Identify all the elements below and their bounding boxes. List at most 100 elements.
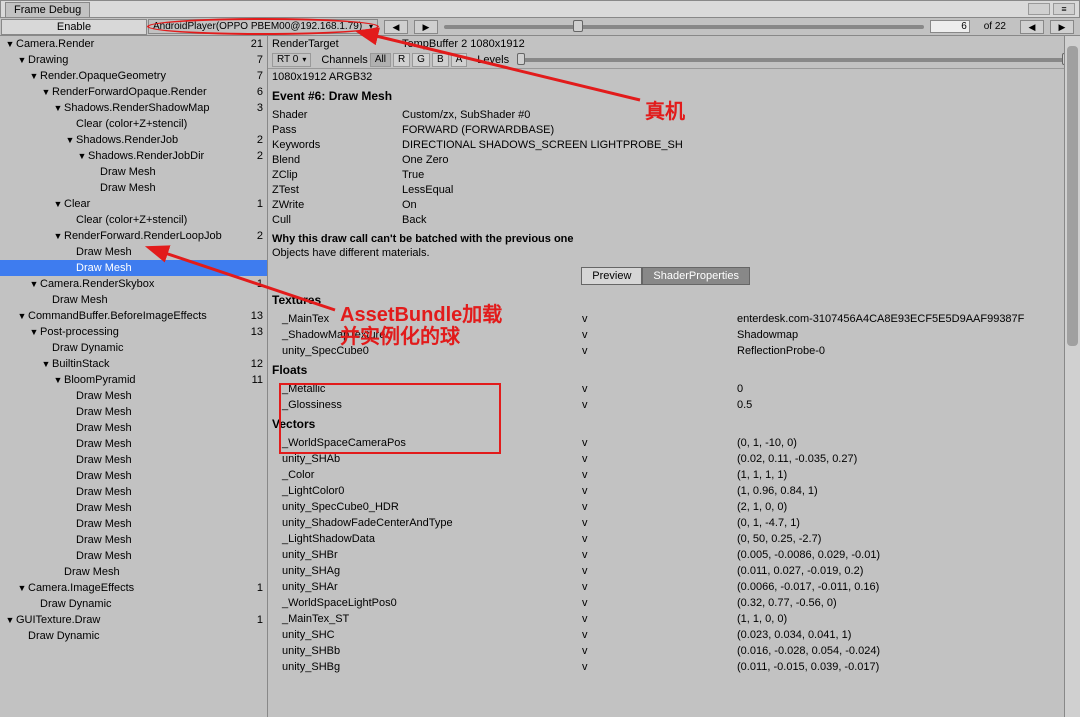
tree-row[interactable]: ▼GUITexture.Draw1 [0, 612, 267, 628]
shader-prop-value: (0.32, 0.77, -0.56, 0) [737, 597, 1076, 609]
tree-row[interactable]: Clear (color+Z+stencil) [0, 212, 267, 228]
expand-arrow[interactable]: ▼ [52, 103, 64, 113]
expand-arrow[interactable]: ▼ [28, 71, 40, 81]
tree-label: CommandBuffer.BeforeImageEffects [28, 310, 243, 322]
tree-row[interactable]: ▼Post-processing13 [0, 324, 267, 340]
expand-arrow[interactable]: ▼ [16, 311, 28, 321]
tree-row[interactable]: Draw Mesh [0, 404, 267, 420]
shader-prop-name: unity_SHBb [272, 645, 582, 657]
frame-input[interactable] [930, 20, 970, 33]
expand-arrow[interactable]: ▼ [4, 39, 16, 49]
levels-thumb-left[interactable] [517, 53, 525, 65]
tree-row[interactable]: Draw Mesh [0, 564, 267, 580]
shader-prop-row: unity_SHArv(0.0066, -0.017, -0.011, 0.16… [268, 579, 1080, 595]
tree-row[interactable]: ▼BuiltinStack12 [0, 356, 267, 372]
levels-slider[interactable] [517, 58, 1070, 62]
tree-row[interactable]: Draw Mesh [0, 548, 267, 564]
prev-frame-button[interactable]: ◀ [384, 20, 408, 34]
channel-g[interactable]: G [412, 53, 430, 67]
frame-slider[interactable] [444, 25, 924, 29]
tree-row[interactable]: Draw Dynamic [0, 340, 267, 356]
shader-prop-row: unity_SHBgv(0.011, -0.015, 0.039, -0.017… [268, 659, 1080, 675]
expand-arrow[interactable]: ▼ [16, 55, 28, 65]
tree-row[interactable]: ▼Camera.RenderSkybox1 [0, 276, 267, 292]
expand-arrow[interactable]: ▼ [4, 615, 16, 625]
main-content: ▼Camera.Render21▼Drawing7▼Render.OpaqueG… [0, 36, 1080, 717]
scrollbar-thumb[interactable] [1067, 46, 1078, 346]
tree-row[interactable]: ▼Camera.Render21 [0, 36, 267, 52]
preview-tab[interactable]: Preview [581, 267, 642, 285]
tree-row[interactable]: Draw Dynamic [0, 628, 267, 644]
tree-row[interactable]: Draw Mesh [0, 244, 267, 260]
next-button-2[interactable]: ▶ [1050, 20, 1074, 34]
menu-icon[interactable]: ≡ [1053, 3, 1075, 15]
tree-row[interactable]: Draw Mesh [0, 484, 267, 500]
tree-row[interactable]: ▼Render.OpaqueGeometry7 [0, 68, 267, 84]
tree-row[interactable]: Draw Dynamic [0, 596, 267, 612]
shader-prop-row: _MainTex_STv(1, 1, 0, 0) [268, 611, 1080, 627]
tree-row[interactable]: ▼Shadows.RenderShadowMap3 [0, 100, 267, 116]
prev-button-2[interactable]: ◀ [1020, 20, 1044, 34]
expand-arrow[interactable]: ▼ [40, 359, 52, 369]
expand-arrow[interactable]: ▼ [40, 87, 52, 97]
lock-icon[interactable] [1028, 3, 1050, 15]
expand-arrow[interactable]: ▼ [16, 583, 28, 593]
tree-row[interactable]: Draw Mesh [0, 516, 267, 532]
channel-b[interactable]: B [432, 53, 449, 67]
tree-row[interactable]: Draw Mesh [0, 532, 267, 548]
tree-label: Draw Mesh [52, 294, 243, 306]
tree-row[interactable]: ▼RenderForwardOpaque.Render6 [0, 84, 267, 100]
rt-dropdown[interactable]: RT 0▾ [272, 53, 311, 67]
next-frame-button[interactable]: ▶ [414, 20, 438, 34]
expand-arrow[interactable]: ▼ [52, 199, 64, 209]
tree-row[interactable]: ▼BloomPyramid11 [0, 372, 267, 388]
tree-row[interactable]: ▼CommandBuffer.BeforeImageEffects13 [0, 308, 267, 324]
tree-row[interactable]: ▼Drawing7 [0, 52, 267, 68]
tree-row[interactable]: Draw Mesh [0, 436, 267, 452]
tree-row[interactable]: ▼Clear1 [0, 196, 267, 212]
channel-a[interactable]: A [451, 53, 468, 67]
prop-value: FORWARD (FORWARDBASE) [402, 124, 554, 136]
tree-row[interactable]: Draw Mesh [0, 164, 267, 180]
window-tab[interactable]: Frame Debug [5, 2, 90, 17]
expand-arrow[interactable]: ▼ [64, 135, 76, 145]
enable-button[interactable]: Enable [1, 19, 147, 35]
player-dropdown[interactable]: AndroidPlayer(OPPO PBEM00@192.168.1.79) … [148, 19, 378, 34]
channel-all[interactable]: All [370, 53, 391, 67]
slider-thumb[interactable] [573, 20, 583, 32]
prop-value: One Zero [402, 154, 448, 166]
shader-prop-type: v [582, 565, 737, 577]
tree-label: Draw Mesh [76, 262, 243, 274]
tree-row[interactable]: Draw Mesh [0, 420, 267, 436]
tree-row[interactable]: Draw Mesh [0, 292, 267, 308]
tree-row[interactable]: Draw Mesh [0, 260, 267, 276]
shader-prop-row: _Glossinessv0.5 [268, 397, 1080, 413]
channel-r[interactable]: R [393, 53, 410, 67]
detail-prop-row: ZTestLessEqual [268, 182, 1080, 197]
expand-arrow[interactable]: ▼ [28, 327, 40, 337]
shader-prop-value: (1, 0.96, 0.84, 1) [737, 485, 1076, 497]
tree-label: Clear (color+Z+stencil) [76, 118, 243, 130]
shader-properties-tab[interactable]: ShaderProperties [642, 267, 750, 285]
expand-arrow[interactable]: ▼ [52, 375, 64, 385]
tree-row[interactable]: Draw Mesh [0, 500, 267, 516]
expand-arrow[interactable]: ▼ [52, 231, 64, 241]
tree-label: Clear (color+Z+stencil) [76, 214, 243, 226]
expand-arrow[interactable]: ▼ [76, 151, 88, 161]
frame-total: of 22 [976, 21, 1014, 32]
tree-row[interactable]: ▼Shadows.RenderJob2 [0, 132, 267, 148]
shader-prop-row: unity_SHCv(0.023, 0.034, 0.041, 1) [268, 627, 1080, 643]
chevron-down-icon: ▾ [302, 55, 306, 64]
tree-row[interactable]: Clear (color+Z+stencil) [0, 116, 267, 132]
scrollbar-vertical[interactable] [1064, 36, 1080, 717]
expand-arrow[interactable]: ▼ [28, 279, 40, 289]
tree-row[interactable]: Draw Mesh [0, 452, 267, 468]
tree-row[interactable]: Draw Mesh [0, 180, 267, 196]
tree-row[interactable]: ▼Camera.ImageEffects1 [0, 580, 267, 596]
tree-row[interactable]: Draw Mesh [0, 468, 267, 484]
tree-row[interactable]: ▼RenderForward.RenderLoopJob2 [0, 228, 267, 244]
prop-value: Back [402, 214, 426, 226]
tree-row[interactable]: ▼Shadows.RenderJobDir2 [0, 148, 267, 164]
tree-label: Draw Mesh [76, 550, 243, 562]
tree-row[interactable]: Draw Mesh [0, 388, 267, 404]
